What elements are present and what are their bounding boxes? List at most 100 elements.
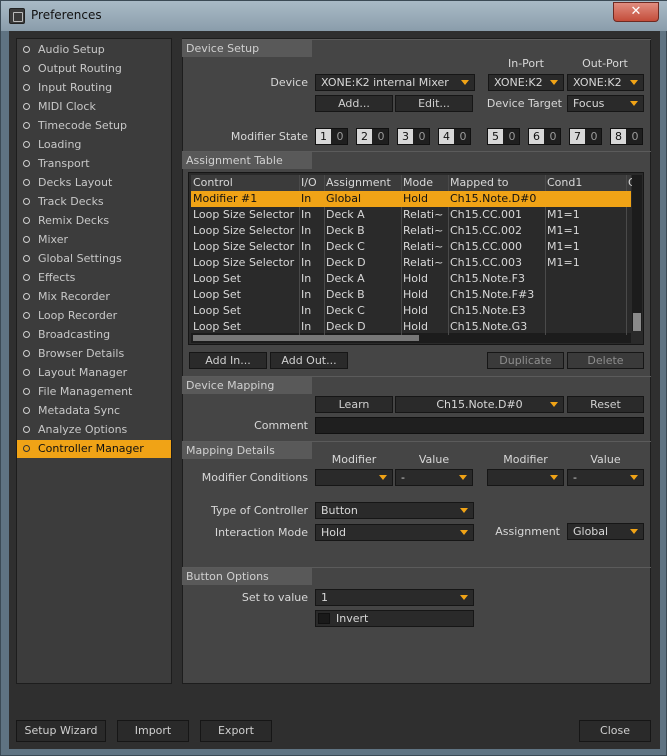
sidebar-item-track-decks[interactable]: Track Decks	[17, 193, 171, 211]
add-device-button[interactable]: Add...	[315, 95, 393, 112]
modifier-state-8[interactable]: 80	[610, 128, 643, 145]
title-bar[interactable]: Preferences ✕	[1, 1, 667, 31]
section-device-setup: Device Setup	[182, 39, 651, 57]
sidebar-item-broadcasting[interactable]: Broadcasting	[17, 326, 171, 344]
sidebar-item-effects[interactable]: Effects	[17, 269, 171, 287]
mapped-to-dropdown[interactable]: Ch15.Note.D#0	[395, 396, 564, 413]
sidebar-item-decks-layout[interactable]: Decks Layout	[17, 174, 171, 192]
sidebar-item-global-settings[interactable]: Global Settings	[17, 250, 171, 268]
interaction-mode-dropdown[interactable]: Hold	[315, 524, 474, 541]
sidebar-item-analyze-options[interactable]: Analyze Options	[17, 421, 171, 439]
in-port-dropdown[interactable]: XONE:K2	[488, 74, 564, 91]
condition1-value-dropdown[interactable]: -	[395, 469, 473, 486]
section-title: Mapping Details	[182, 442, 312, 459]
sidebar-item-mixer[interactable]: Mixer	[17, 231, 171, 249]
import-button[interactable]: Import	[117, 720, 189, 742]
sidebar-item-output-routing[interactable]: Output Routing	[17, 60, 171, 78]
modifier-state-4[interactable]: 40	[438, 128, 471, 145]
column-header[interactable]: I/O	[301, 176, 325, 189]
sidebar-item-label: File Management	[38, 385, 133, 398]
invert-checkbox[interactable]: Invert	[315, 610, 474, 627]
interaction-mode-value: Hold	[321, 526, 347, 539]
modifier-state-6[interactable]: 60	[528, 128, 561, 145]
table-row[interactable]: Modifier #1 In Global Hold Ch15.Note.D#0	[191, 191, 631, 207]
sidebar-item-input-routing[interactable]: Input Routing	[17, 79, 171, 97]
add-in-button[interactable]: Add In...	[189, 352, 267, 369]
checkbox-box[interactable]	[318, 613, 330, 624]
column-header[interactable]: Assignment	[326, 176, 402, 189]
assignment-table[interactable]: ControlI/OAssignmentModeMapped toCond1C …	[188, 172, 644, 345]
sidebar-item-metadata-sync[interactable]: Metadata Sync	[17, 402, 171, 420]
sidebar-item-loading[interactable]: Loading	[17, 136, 171, 154]
duplicate-button[interactable]: Duplicate	[487, 352, 564, 369]
chevron-down-icon	[630, 80, 638, 85]
add-out-button[interactable]: Add Out...	[270, 352, 348, 369]
table-row[interactable]: Loop Set In Deck B Hold Ch15.Note.F#3	[191, 287, 631, 303]
column-header[interactable]: Control	[193, 176, 299, 189]
condition1-modifier-dropdown[interactable]	[315, 469, 393, 486]
vertical-scrollbar[interactable]	[632, 175, 642, 331]
table-row[interactable]: Loop Set In Deck D Hold Ch15.Note.G3	[191, 319, 631, 335]
column-header[interactable]: Mapped to	[450, 176, 546, 189]
table-row[interactable]: Loop Size Selector In Deck C Relati~ Ch15.CC…	[191, 239, 631, 255]
learn-button[interactable]: Learn	[315, 396, 393, 413]
close-button[interactable]: Close	[579, 720, 651, 742]
table-cell: Deck D	[326, 320, 366, 333]
modifier-state-3[interactable]: 30	[397, 128, 430, 145]
assignment-dropdown[interactable]: Global	[567, 523, 644, 540]
delete-button[interactable]: Delete	[567, 352, 644, 369]
modifier-id: 3	[398, 129, 413, 144]
modifier-state-5[interactable]: 50	[487, 128, 520, 145]
radio-dot-icon	[23, 179, 30, 186]
chevron-down-icon	[461, 80, 469, 85]
sidebar-item-browser-details[interactable]: Browser Details	[17, 345, 171, 363]
export-button[interactable]: Export	[200, 720, 272, 742]
sidebar-item-controller-manager[interactable]: Controller Manager	[17, 440, 171, 458]
radio-dot-icon	[23, 160, 30, 167]
setup-wizard-button[interactable]: Setup Wizard	[16, 720, 106, 742]
sidebar-item-transport[interactable]: Transport	[17, 155, 171, 173]
radio-dot-icon	[23, 141, 30, 148]
device-target-dropdown[interactable]: Focus	[567, 95, 644, 112]
sidebar-item-audio-setup[interactable]: Audio Setup	[17, 41, 171, 59]
table-cell: Deck A	[326, 272, 365, 285]
assignment-label: Assignment	[495, 525, 560, 538]
table-cell: Ch15.Note.F3	[450, 272, 526, 285]
scroll-thumb[interactable]	[633, 313, 641, 331]
table-row[interactable]: Loop Size Selector In Deck D Relati~ Ch15.CC…	[191, 255, 631, 271]
table-cell: M1=1	[547, 208, 580, 221]
table-cell: Deck A	[326, 208, 365, 221]
reset-button[interactable]: Reset	[567, 396, 644, 413]
device-dropdown[interactable]: XONE:K2 internal Mixer	[315, 74, 475, 91]
device-label: Device	[270, 76, 308, 89]
comment-input[interactable]	[315, 417, 644, 434]
modifier-state-7[interactable]: 70	[569, 128, 602, 145]
chevron-down-icon	[459, 475, 467, 480]
edit-device-button[interactable]: Edit...	[395, 95, 473, 112]
set-to-value-dropdown[interactable]: 1	[315, 589, 474, 606]
out-port-dropdown[interactable]: XONE:K2	[567, 74, 644, 91]
column-header[interactable]: Cond1	[547, 176, 627, 189]
table-row[interactable]: Loop Size Selector In Deck B Relati~ Ch15.CC…	[191, 223, 631, 239]
sidebar-item-remix-decks[interactable]: Remix Decks	[17, 212, 171, 230]
sidebar-item-timecode-setup[interactable]: Timecode Setup	[17, 117, 171, 135]
table-row[interactable]: Loop Size Selector In Deck A Relati~ Ch15.CC…	[191, 207, 631, 223]
window-close-button[interactable]: ✕	[613, 2, 659, 22]
modifier-state-2[interactable]: 20	[356, 128, 389, 145]
table-row[interactable]: Loop Set In Deck A Hold Ch15.Note.F3	[191, 271, 631, 287]
sidebar-item-midi-clock[interactable]: MIDI Clock	[17, 98, 171, 116]
condition2-value-dropdown[interactable]: -	[567, 469, 644, 486]
sidebar-item-loop-recorder[interactable]: Loop Recorder	[17, 307, 171, 325]
sidebar-item-file-management[interactable]: File Management	[17, 383, 171, 401]
scroll-thumb[interactable]	[193, 335, 419, 341]
section-title: Assignment Table	[182, 152, 312, 169]
modifier-state-1[interactable]: 10	[315, 128, 348, 145]
table-row[interactable]: Loop Set In Deck C Hold Ch15.Note.E3	[191, 303, 631, 319]
table-cell: Hold	[403, 192, 429, 205]
column-header[interactable]: Mode	[403, 176, 449, 189]
sidebar-item-layout-manager[interactable]: Layout Manager	[17, 364, 171, 382]
sidebar-item-label: Loading	[38, 138, 82, 151]
type-of-controller-dropdown[interactable]: Button	[315, 502, 474, 519]
sidebar-item-mix-recorder[interactable]: Mix Recorder	[17, 288, 171, 306]
condition2-modifier-dropdown[interactable]	[487, 469, 564, 486]
